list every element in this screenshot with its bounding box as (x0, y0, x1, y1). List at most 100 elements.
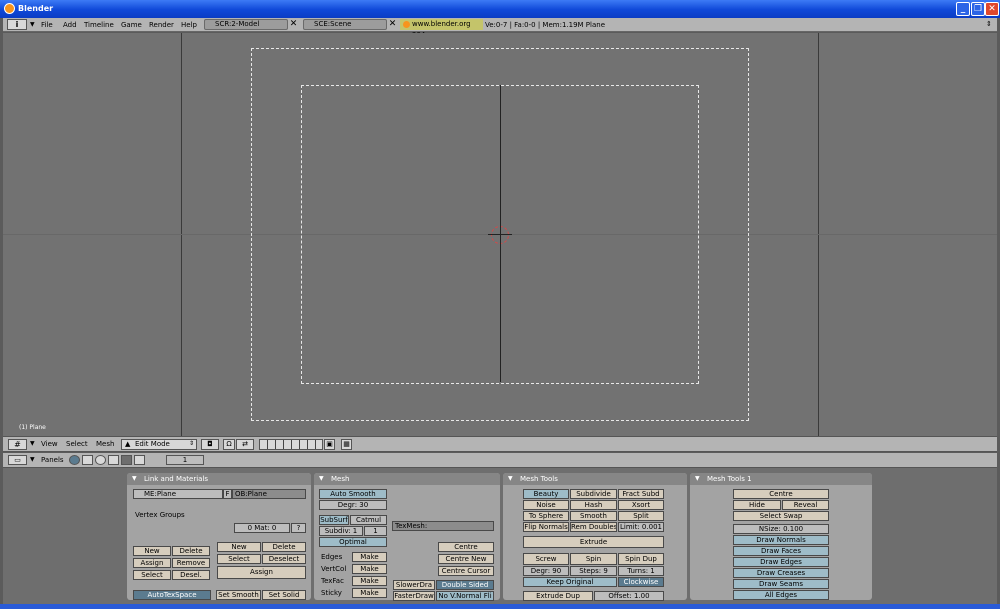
material-assign-button[interactable]: Assign (217, 566, 306, 579)
scene-select[interactable]: SCE:Scene (303, 19, 387, 30)
no-vnormal-flip-toggle[interactable]: No V.Normal Fli (436, 591, 494, 601)
nsize-field[interactable]: NSize: 0.100 (733, 524, 829, 534)
menu-view[interactable]: View (41, 440, 58, 448)
close-button[interactable]: ✕ (985, 2, 999, 16)
split-button[interactable]: Split (618, 511, 664, 521)
reveal-button[interactable]: Reveal (782, 500, 829, 510)
hash-button[interactable]: Hash (570, 500, 617, 510)
autotexspace-toggle[interactable]: AutoTexSpace (133, 590, 211, 600)
3d-viewport[interactable]: (1) Plane (3, 33, 997, 436)
render-preview-icon[interactable]: ▦ (341, 439, 352, 450)
scroll-header-icon[interactable]: ⇕ (986, 20, 992, 28)
vgroup-select-button[interactable]: Select (133, 570, 171, 580)
buttons-window-type-icon[interactable]: ▭ (8, 455, 27, 465)
material-select-button[interactable]: Select (217, 554, 261, 564)
panels-label[interactable]: Panels (41, 456, 64, 464)
tools1-centre-button[interactable]: Centre (733, 489, 829, 499)
screw-button[interactable]: Screw (523, 553, 569, 565)
script-context-icon[interactable] (82, 455, 93, 465)
fake-user-button[interactable]: F (223, 489, 232, 499)
centre-button[interactable]: Centre (438, 542, 494, 552)
subdiv-render-field[interactable]: 1 (364, 526, 387, 536)
layer-buttons[interactable] (259, 439, 323, 450)
to-sphere-button[interactable]: To Sphere (523, 511, 569, 521)
fract-subd-button[interactable]: Fract Subd (618, 489, 664, 499)
slowerdraw-button[interactable]: SlowerDra (393, 580, 435, 590)
vgroup-remove-button[interactable]: Remove (172, 558, 210, 568)
menu-timeline[interactable]: Timeline (84, 21, 114, 29)
beauty-toggle[interactable]: Beauty (523, 489, 569, 499)
draw-seams-toggle[interactable]: Draw Seams (733, 579, 829, 589)
flip-normals-button[interactable]: Flip Normals (523, 522, 569, 532)
extrude-button[interactable]: Extrude (523, 536, 664, 548)
collapse-menu-icon[interactable]: ▼ (30, 21, 35, 28)
draw-edges-toggle[interactable]: Draw Edges (733, 557, 829, 567)
texmesh-field[interactable]: TexMesh: (392, 521, 494, 531)
material-new-button[interactable]: New (217, 542, 261, 552)
vgroup-delete-button[interactable]: Delete (172, 546, 210, 556)
material-index-field[interactable]: 0 Mat: 0 (234, 523, 290, 533)
view3d-window-type-icon[interactable]: # (8, 439, 27, 450)
spin-degree-field[interactable]: Degr: 90 (523, 566, 569, 576)
material-deselect-button[interactable]: Deselect (262, 554, 306, 564)
offset-field[interactable]: Offset: 1.00 (594, 591, 664, 601)
menu-select[interactable]: Select (66, 440, 88, 448)
menu-file[interactable]: File (41, 21, 53, 29)
collapse-menu-icon[interactable]: ▼ (30, 456, 35, 463)
logic-context-icon[interactable] (69, 455, 80, 465)
menu-help[interactable]: Help (181, 21, 197, 29)
menu-mesh[interactable]: Mesh (96, 440, 114, 448)
mode-select[interactable]: Edit Mode (121, 439, 197, 450)
spin-steps-field[interactable]: Steps: 9 (570, 566, 617, 576)
transform-orientation-icon[interactable]: ⇄ (236, 439, 254, 450)
draw-faces-toggle[interactable]: Draw Faces (733, 546, 829, 556)
noise-button[interactable]: Noise (523, 500, 569, 510)
texfac-make-button[interactable]: Make (352, 576, 387, 586)
lock-icon[interactable]: ▣ (324, 439, 335, 450)
scene-context-icon[interactable] (134, 455, 145, 465)
mesh-name-field[interactable]: ME:Plane (133, 489, 223, 499)
set-solid-button[interactable]: Set Solid (262, 590, 306, 600)
info-window-type-button[interactable]: i (7, 19, 27, 30)
draw-normals-toggle[interactable]: Draw Normals (733, 535, 829, 545)
material-help-button[interactable]: ? (291, 523, 306, 533)
keep-original-toggle[interactable]: Keep Original (523, 577, 617, 587)
panel-header-link[interactable]: Link and Materials (127, 473, 311, 485)
material-delete-button[interactable]: Delete (262, 542, 306, 552)
panel-header-mesh-tools[interactable]: Mesh Tools (503, 473, 687, 485)
shading-context-icon[interactable] (95, 455, 106, 465)
collapse-menu-icon[interactable]: ▼ (30, 440, 35, 447)
rem-doubles-button[interactable]: Rem Doubles (570, 522, 617, 532)
subsurf-toggle[interactable]: SubSurf (319, 515, 349, 525)
all-edges-toggle[interactable]: All Edges (733, 590, 829, 600)
menu-add[interactable]: Add (63, 21, 77, 29)
screen-select[interactable]: SCR:2-Model (204, 19, 288, 30)
panel-header-mesh-tools-1[interactable]: Mesh Tools 1 (690, 473, 872, 485)
auto-smooth-degree-field[interactable]: Degr: 30 (319, 500, 387, 510)
frame-number-field[interactable]: 1 (166, 455, 204, 465)
spin-dup-button[interactable]: Spin Dup (618, 553, 664, 565)
centre-cursor-button[interactable]: Centre Cursor (438, 566, 494, 576)
screw-turns-field[interactable]: Turns: 1 (618, 566, 664, 576)
vgroup-new-button[interactable]: New (133, 546, 171, 556)
set-smooth-button[interactable]: Set Smooth (216, 590, 261, 600)
menu-game[interactable]: Game (121, 21, 142, 29)
select-swap-button[interactable]: Select Swap (733, 511, 829, 521)
panel-header-mesh[interactable]: Mesh (314, 473, 500, 485)
xsort-button[interactable]: Xsort (618, 500, 664, 510)
subdiv-levels-field[interactable]: Subdiv: 1 (319, 526, 363, 536)
delete-screen-button[interactable]: ✕ (288, 19, 299, 30)
subsurf-type-select[interactable]: Catmul (350, 515, 387, 525)
double-sided-toggle[interactable]: Double Sided (436, 580, 494, 590)
menu-render[interactable]: Render (149, 21, 174, 29)
object-name-field[interactable]: OB:Plane (232, 489, 306, 499)
minimize-button[interactable]: _ (956, 2, 970, 16)
manipulator-icon[interactable]: Ω (223, 439, 235, 450)
auto-smooth-toggle[interactable]: Auto Smooth (319, 489, 387, 499)
draw-creases-toggle[interactable]: Draw Creases (733, 568, 829, 578)
vgroup-deselect-button[interactable]: Desel. (172, 570, 210, 580)
clockwise-toggle[interactable]: Clockwise (618, 577, 664, 587)
vertcol-make-button[interactable]: Make (352, 564, 387, 574)
spin-button[interactable]: Spin (570, 553, 617, 565)
sticky-make-button[interactable]: Make (352, 588, 387, 598)
